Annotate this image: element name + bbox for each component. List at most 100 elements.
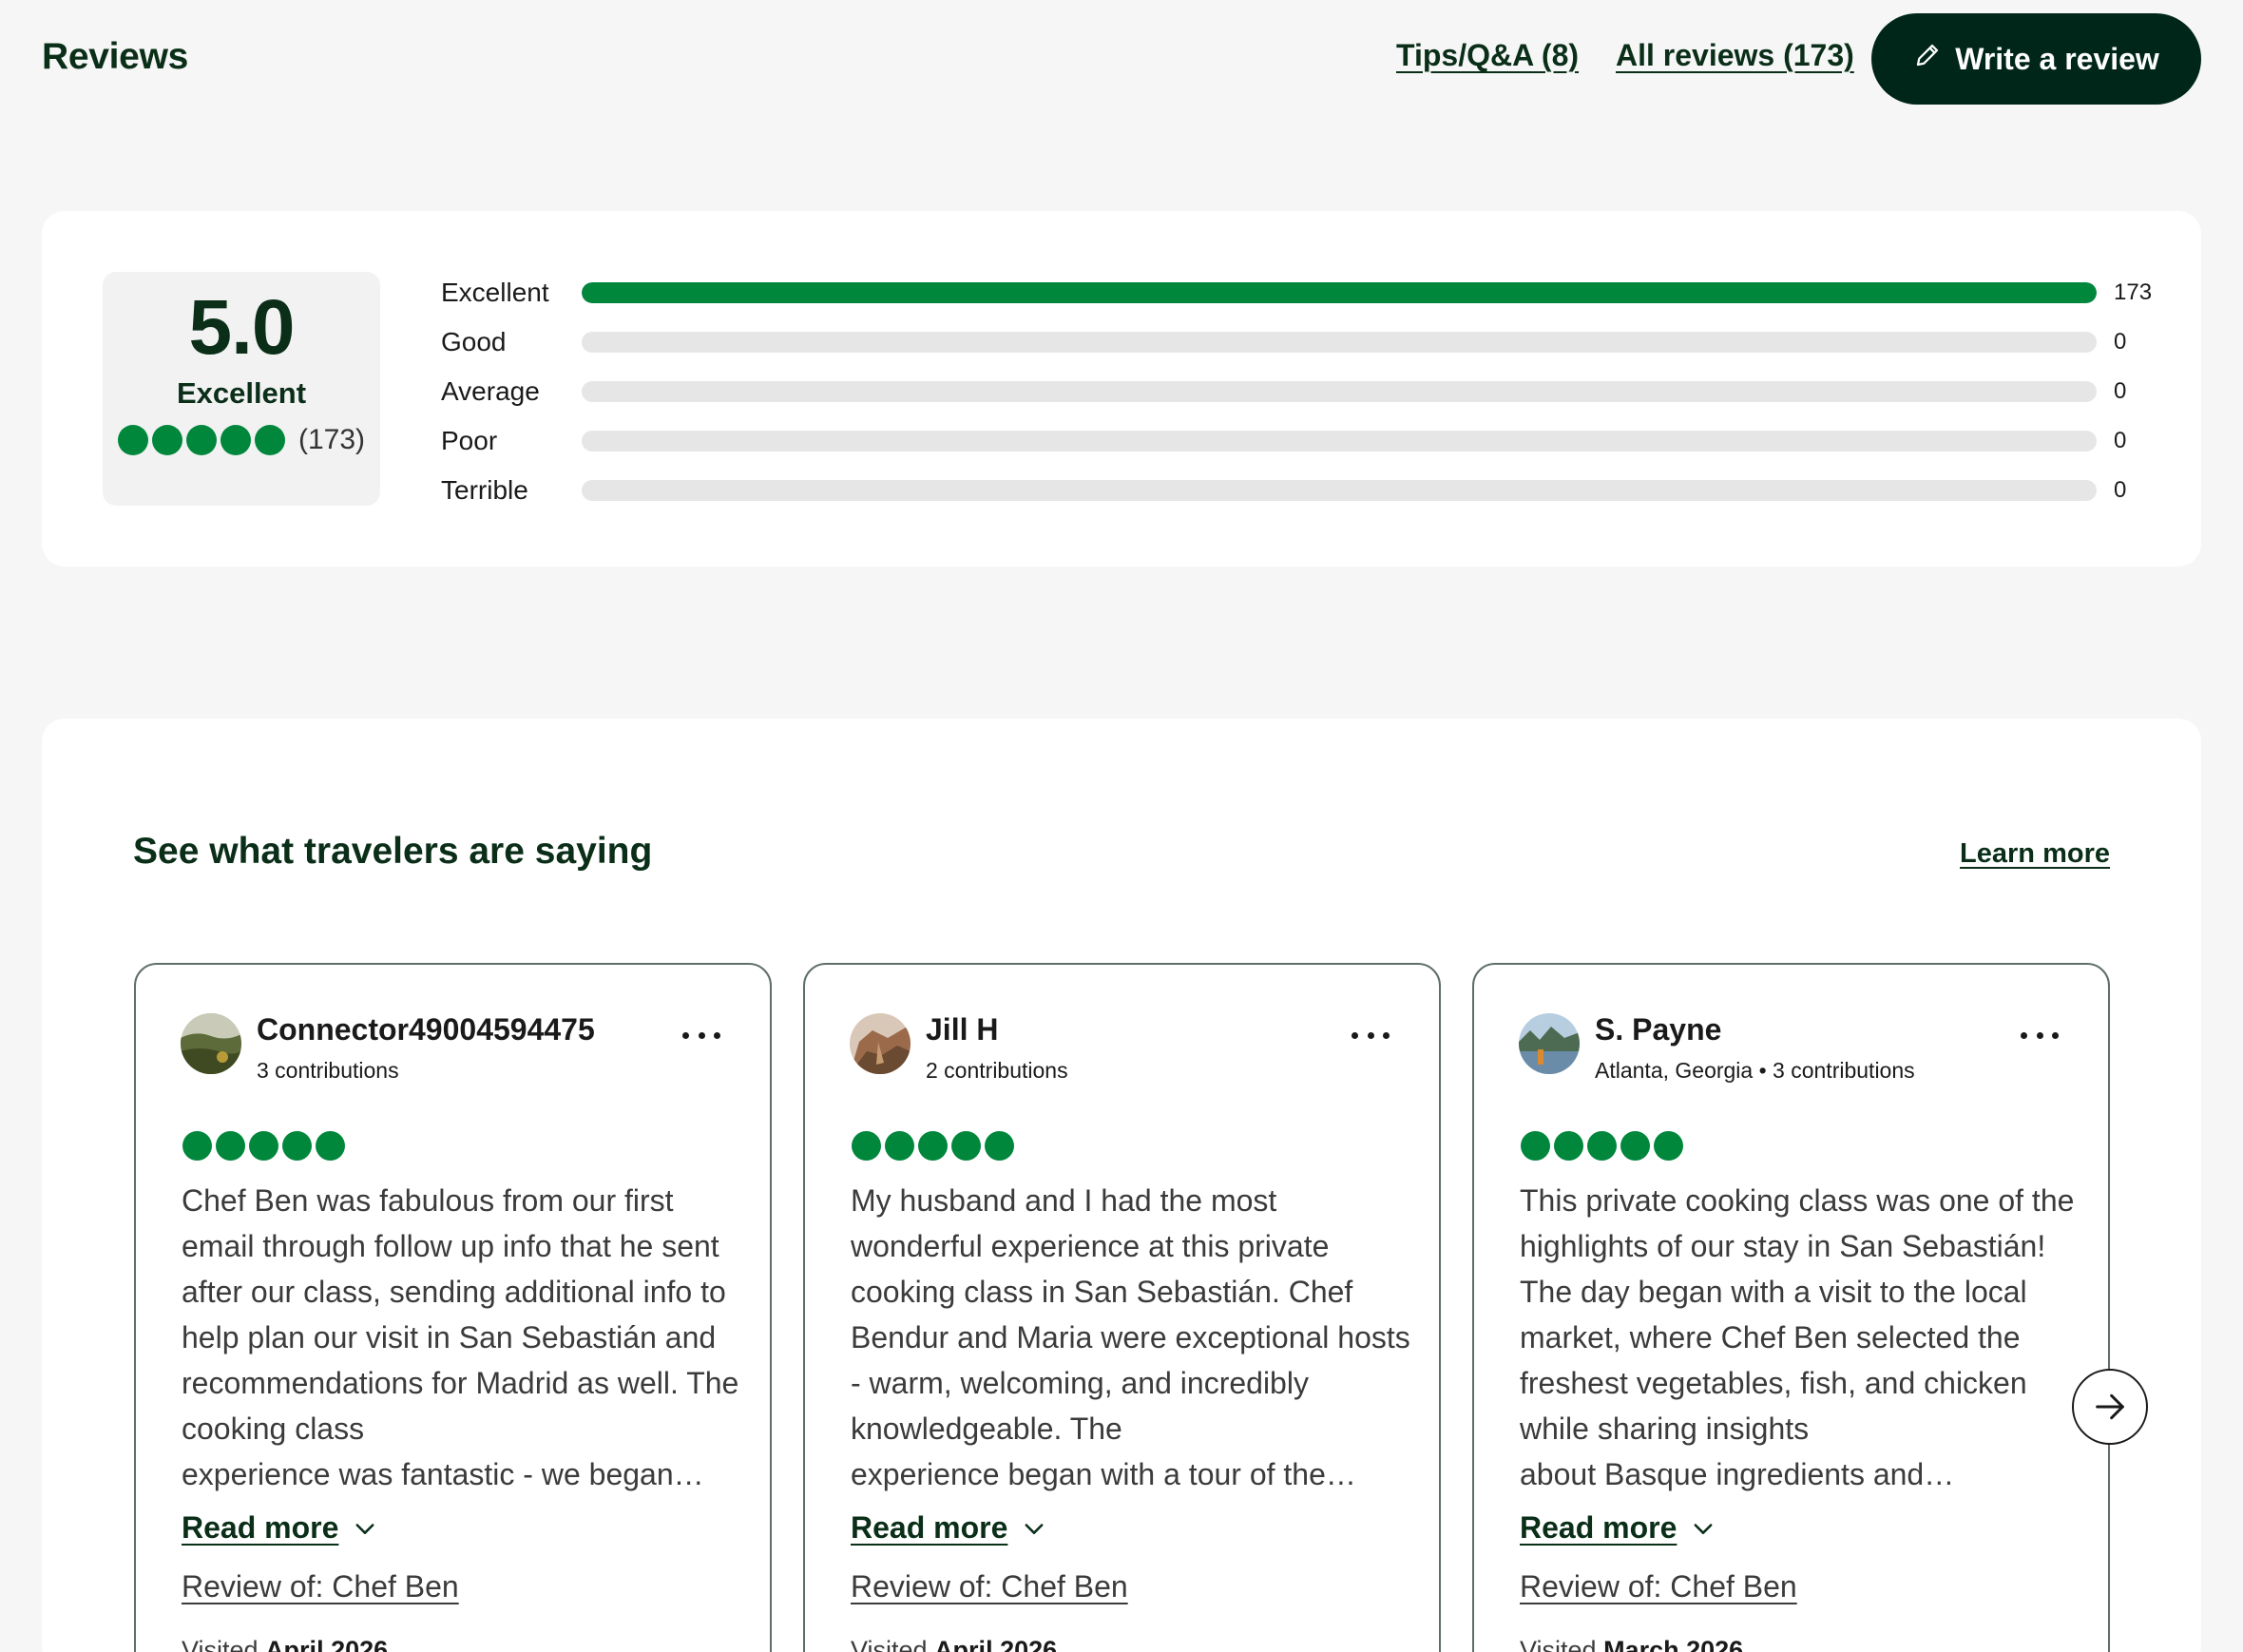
reviewer-name[interactable]: Jill H — [926, 1012, 998, 1047]
review-of-link[interactable]: Review of: Chef Ben — [851, 1569, 1128, 1604]
rating-bubble-icon — [185, 425, 217, 456]
rating-row-label: Poor — [441, 426, 498, 455]
review-card: S. Payne Atlanta, Georgia • 3 contributi… — [1472, 963, 2110, 1652]
overall-score-label: Excellent — [176, 376, 307, 411]
rating-row-label: Excellent — [441, 278, 549, 307]
more-options-icon[interactable] — [2021, 1026, 2059, 1045]
reviews-page: Reviews Tips/Q&A (8) All reviews (173) W… — [0, 0, 2243, 1652]
rating-bubble-icon — [117, 425, 148, 456]
visited-date: Visited April 2026 — [851, 1636, 1057, 1652]
rating-bubble-icon — [985, 1131, 1014, 1161]
rating-summary-card: 5.0 Excellent (173) Excellent 173 Good 0 — [42, 211, 2201, 567]
rating-row-excellent[interactable]: Excellent 173 — [441, 268, 2161, 317]
reviewer-contributions: 3 contributions — [257, 1058, 399, 1083]
all-reviews-link[interactable]: All reviews (173) — [1616, 38, 1854, 73]
rating-bubble-icon — [282, 1131, 312, 1161]
review-of-link[interactable]: Review of: Chef Ben — [182, 1569, 459, 1604]
rating-row-label: Average — [441, 376, 540, 406]
avatar[interactable] — [1519, 1013, 1580, 1074]
rating-bubble-icon — [216, 1131, 245, 1161]
review-of-link[interactable]: Review of: Chef Ben — [1520, 1569, 1797, 1604]
rating-row-poor[interactable]: Poor 0 — [441, 416, 2161, 466]
rating-bubble-icon — [1587, 1131, 1617, 1161]
rating-bubble-icon — [220, 425, 251, 456]
read-more-button[interactable]: Read more — [182, 1510, 378, 1546]
rating-row-count: 0 — [2114, 329, 2127, 355]
rating-bar-fill — [582, 282, 2097, 303]
rating-bubble-icon — [249, 1131, 278, 1161]
chevron-down-icon — [355, 1523, 374, 1534]
review-body: Chef Ben was fabulous from our first ema… — [182, 1183, 739, 1446]
avatar[interactable] — [181, 1013, 241, 1074]
rating-row-count: 173 — [2114, 279, 2153, 305]
rating-breakdown: Excellent 173 Good 0 Average 0 Poor 0 Te… — [441, 268, 2161, 515]
rating-row-label: Terrible — [441, 475, 528, 505]
review-body-truncated: about Basque ingredients and… — [1520, 1457, 1955, 1491]
rating-row-count: 0 — [2114, 378, 2127, 404]
read-more-label: Read more — [182, 1510, 339, 1545]
visited-month: March 2026 — [1603, 1636, 1744, 1652]
rating-bubble-icon — [151, 425, 182, 456]
visited-prefix: Visited — [1520, 1636, 1604, 1652]
review-bubble-rating — [852, 1131, 1014, 1161]
review-body-truncated: experience began with a tour of the… — [851, 1457, 1356, 1491]
overall-score-box: 5.0 Excellent (173) — [103, 272, 380, 506]
read-more-button[interactable]: Read more — [1520, 1510, 1716, 1546]
rating-bar-track — [582, 381, 2097, 402]
rating-bubble-icon — [951, 1131, 981, 1161]
review-card: Jill H 2 contributions My husband and I … — [803, 963, 1441, 1652]
avatar[interactable] — [850, 1013, 911, 1074]
rating-bubble-icon — [918, 1131, 948, 1161]
rating-bubble-icon — [1654, 1131, 1683, 1161]
review-body: My husband and I had the most wonderful … — [851, 1183, 1410, 1446]
rating-row-terrible[interactable]: Terrible 0 — [441, 466, 2161, 515]
more-options-icon[interactable] — [682, 1026, 720, 1045]
review-body: This private cooking class was one of th… — [1520, 1183, 2075, 1446]
visited-prefix: Visited — [851, 1636, 935, 1652]
rating-row-average[interactable]: Average 0 — [441, 367, 2161, 416]
rating-bar-track — [582, 431, 2097, 451]
page-title: Reviews — [42, 36, 188, 77]
overall-score: 5.0 — [188, 284, 296, 371]
section-title: See what travelers are saying — [133, 831, 653, 872]
rating-bar-track — [582, 480, 2097, 501]
read-more-label: Read more — [1520, 1510, 1677, 1545]
rating-row-count: 0 — [2114, 477, 2127, 503]
visited-month: April 2026 — [265, 1636, 389, 1652]
chevron-down-icon — [1694, 1523, 1713, 1534]
pencil-icon — [1913, 41, 1942, 77]
review-body-truncated: experience was fantastic - we began… — [182, 1457, 704, 1491]
write-review-button[interactable]: Write a review — [1871, 13, 2201, 105]
review-card: Connector49004594475 3 contributions Che… — [134, 963, 772, 1652]
rating-row-count: 0 — [2114, 428, 2127, 453]
visited-date: Visited March 2026 — [1520, 1636, 1743, 1652]
next-reviews-button[interactable] — [2072, 1369, 2148, 1445]
visited-prefix: Visited — [182, 1636, 266, 1652]
rating-bubble-icon — [1521, 1131, 1550, 1161]
visited-month: April 2026 — [934, 1636, 1058, 1652]
learn-more-link[interactable]: Learn more — [1960, 838, 2110, 870]
rating-bubble-icon — [885, 1131, 914, 1161]
review-bubble-rating — [1521, 1131, 1683, 1161]
rating-bubble-icon — [316, 1131, 345, 1161]
rating-bubble-icon — [1620, 1131, 1650, 1161]
reviews-header: Reviews Tips/Q&A (8) All reviews (173) W… — [0, 0, 2243, 118]
arrow-right-icon — [2096, 1393, 2124, 1420]
rating-bubble-icon — [254, 425, 285, 456]
read-more-button[interactable]: Read more — [851, 1510, 1047, 1546]
rating-row-label: Good — [441, 327, 507, 356]
travelers-section: See what travelers are saying Learn more… — [42, 719, 2201, 1652]
reviewer-name[interactable]: Connector49004594475 — [257, 1012, 595, 1047]
write-review-label: Write a review — [1955, 41, 2159, 76]
reviewer-contributions: 2 contributions — [926, 1058, 1068, 1083]
rating-bubble-icon — [182, 1131, 212, 1161]
tips-qa-link[interactable]: Tips/Q&A (8) — [1396, 38, 1579, 73]
visited-date: Visited April 2026 — [182, 1636, 388, 1652]
rating-bubble-icon — [1554, 1131, 1583, 1161]
overall-bubble-rating: (173) — [117, 424, 365, 456]
rating-bar-track — [582, 282, 2097, 303]
rating-bubble-icon — [852, 1131, 881, 1161]
reviewer-name[interactable]: S. Payne — [1595, 1012, 1721, 1047]
rating-row-good[interactable]: Good 0 — [441, 317, 2161, 367]
more-options-icon[interactable] — [1352, 1026, 1390, 1045]
